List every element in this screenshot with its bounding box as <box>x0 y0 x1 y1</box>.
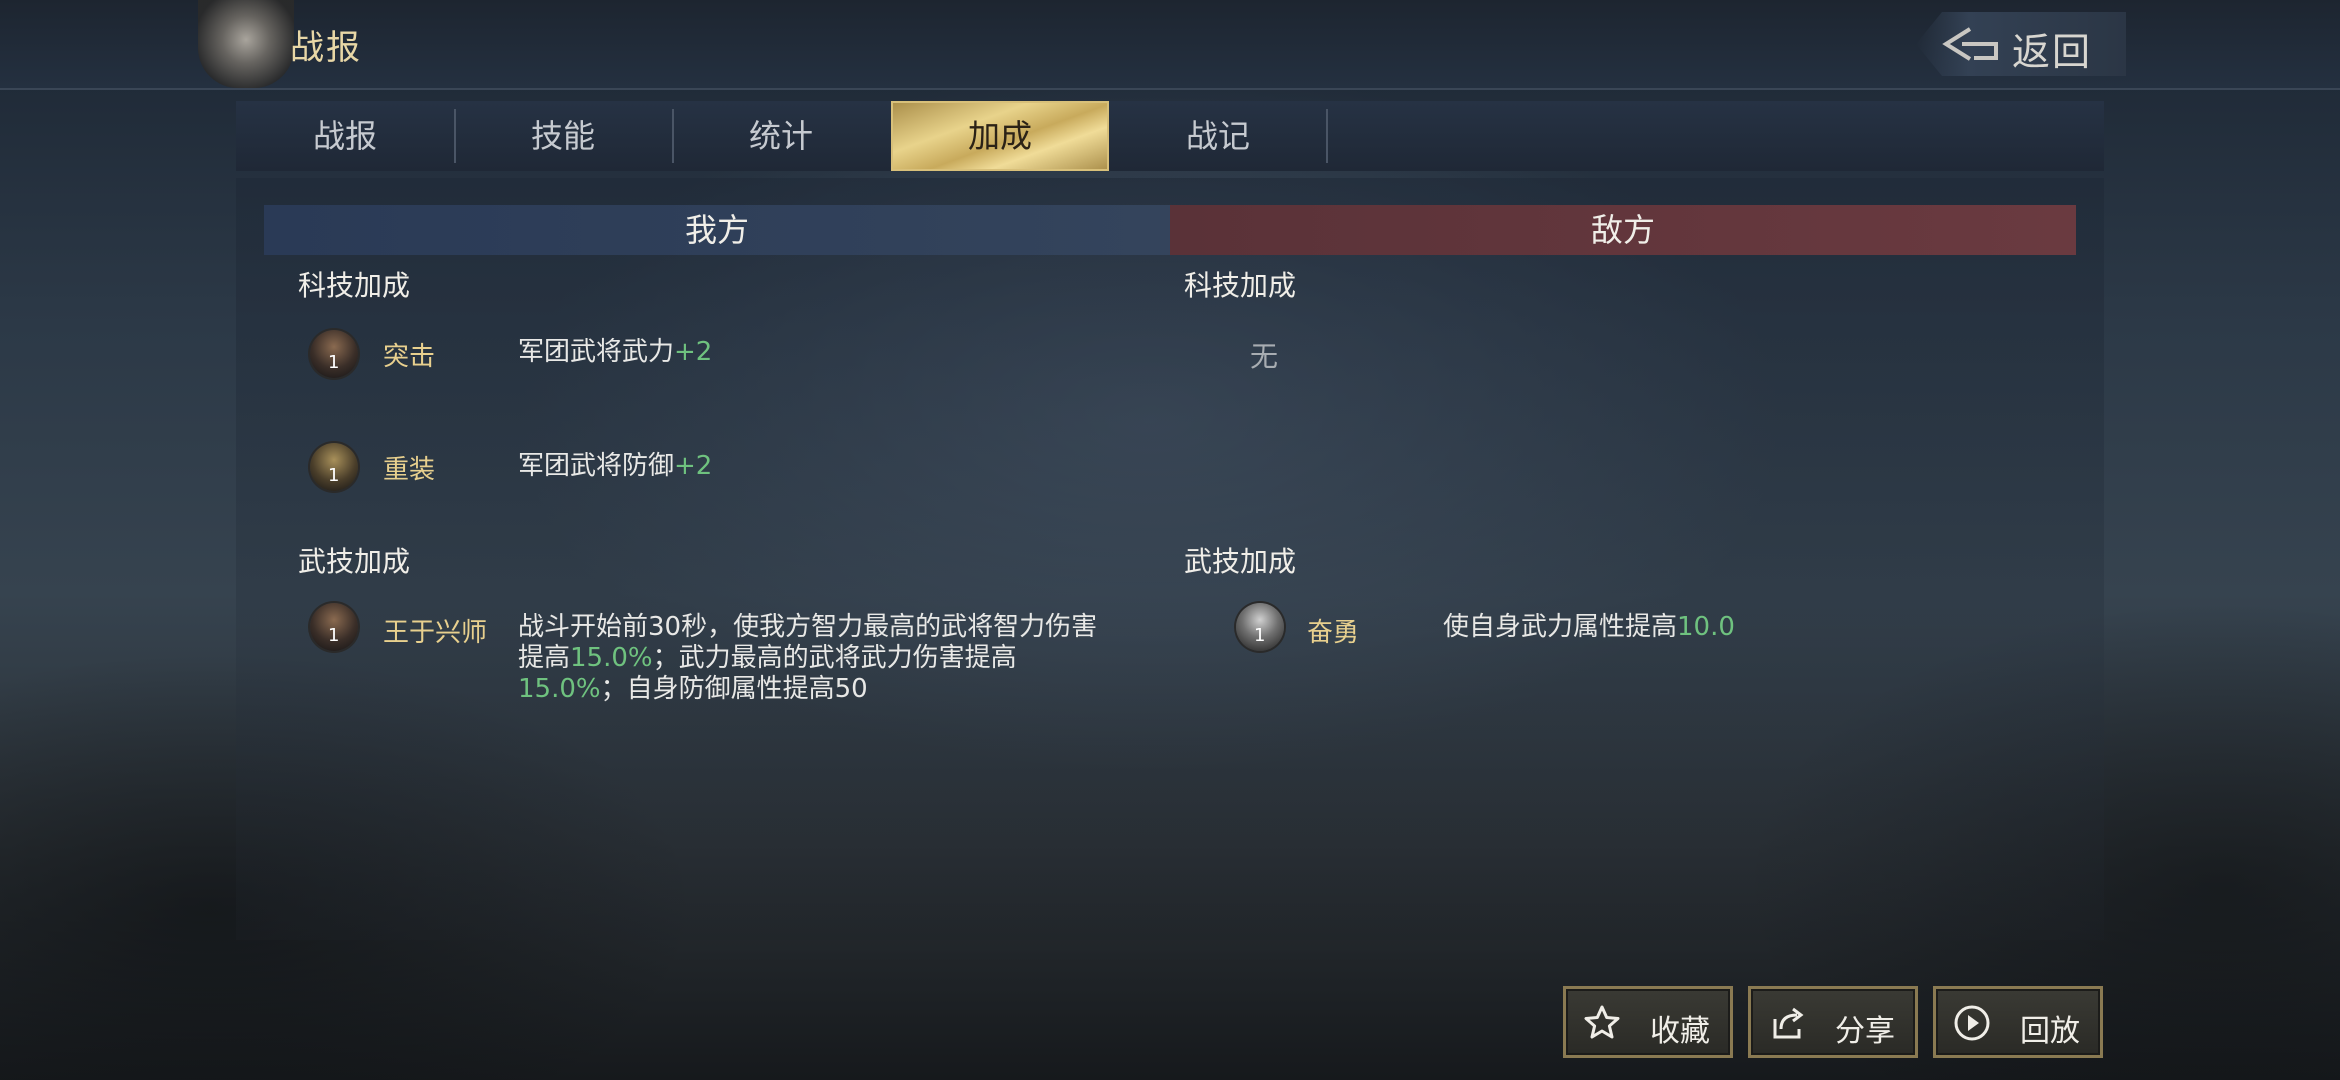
enemy-tech-section-title: 科技加成 <box>1184 269 1297 302</box>
tab-statistics[interactable]: 统计 <box>672 101 890 171</box>
tech-item-name: 重装 <box>383 455 436 485</box>
ours-header: 我方 <box>264 205 1170 255</box>
back-button[interactable]: 返回 <box>1916 12 2126 76</box>
bonus-panel <box>236 178 2104 940</box>
heavy-armor-unit-icon: 1 <box>310 443 358 491</box>
level-badge: 1 <box>328 465 340 486</box>
assault-unit-icon: 1 <box>310 330 358 378</box>
level-badge: 1 <box>1254 625 1266 646</box>
level-badge: 1 <box>328 625 340 646</box>
enemy-header: 敌方 <box>1170 205 2076 255</box>
replay-button[interactable]: 回放 <box>1933 986 2103 1058</box>
play-circle-icon <box>1952 1003 1992 1043</box>
skill-item-desc: 战斗开始前30秒，使我方智力最高的武将智力伤害提高15.0%；武力最高的武将武力… <box>518 612 1098 704</box>
enemy-tech-none: 无 <box>1250 340 1279 373</box>
ours-tech-section-title: 科技加成 <box>298 269 411 302</box>
tab-divider <box>1326 109 1328 163</box>
tab-battle-log[interactable]: 战记 <box>1109 101 1327 171</box>
share-label: 分享 <box>1835 1014 1895 1049</box>
share-icon <box>1767 1003 1807 1043</box>
level-badge: 1 <box>328 352 340 373</box>
star-icon <box>1582 1003 1622 1043</box>
tech-item-desc: 军团武将防御+2 <box>518 451 713 481</box>
tab-bonus[interactable]: 加成 <box>891 101 1109 171</box>
skill-item-name: 奋勇 <box>1307 618 1360 648</box>
back-arrow-icon <box>1940 26 2002 62</box>
share-button[interactable]: 分享 <box>1748 986 1918 1058</box>
tech-item-desc: 军团武将武力+2 <box>518 337 713 367</box>
favorite-label: 收藏 <box>1650 1014 1710 1049</box>
page-title: 战报 <box>290 28 362 68</box>
favorite-button[interactable]: 收藏 <box>1563 986 1733 1058</box>
general-portrait-icon: 1 <box>1236 603 1284 651</box>
dragon-emblem-icon <box>198 0 294 88</box>
enemy-skill-section-title: 武技加成 <box>1184 545 1297 578</box>
top-header: 战报 返回 <box>0 0 2340 90</box>
general-portrait-icon: 1 <box>310 603 358 651</box>
tab-skills[interactable]: 技能 <box>454 101 672 171</box>
tab-bar: 战报 技能 统计 加成 战记 <box>236 101 2104 171</box>
tech-item-name: 突击 <box>383 342 436 372</box>
replay-label: 回放 <box>2020 1014 2080 1049</box>
tab-battle-report[interactable]: 战报 <box>236 101 454 171</box>
skill-item-name: 王于兴师 <box>383 618 488 648</box>
ours-skill-section-title: 武技加成 <box>298 545 411 578</box>
back-label: 返回 <box>2012 30 2093 74</box>
skill-item-desc: 使自身武力属性提高10.0 <box>1443 612 1735 642</box>
